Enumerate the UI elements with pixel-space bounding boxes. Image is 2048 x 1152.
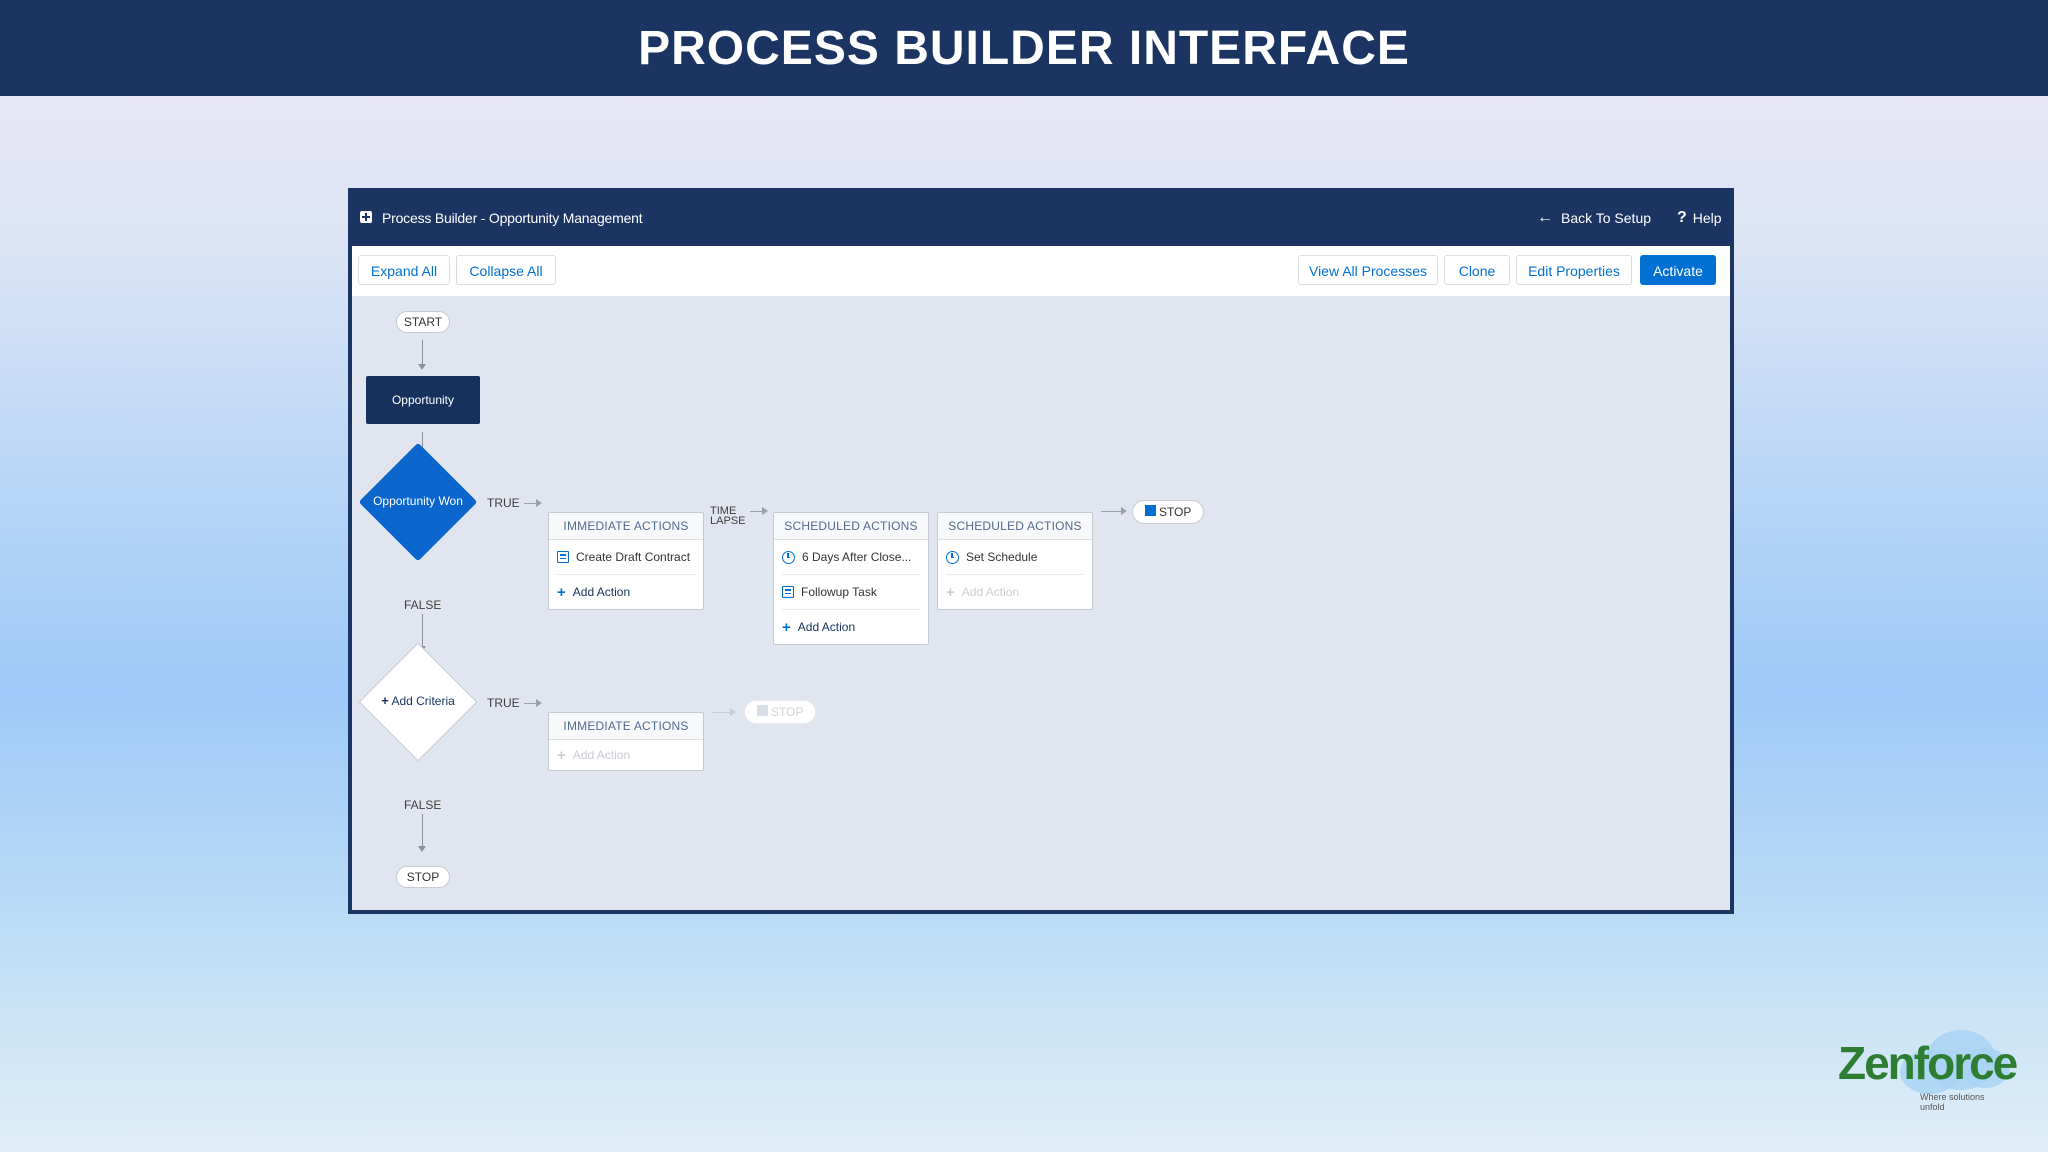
add-action-button[interactable]: + Add Action	[946, 575, 1084, 609]
clock-icon	[946, 550, 959, 564]
back-to-setup-label: Back To Setup	[1561, 210, 1652, 226]
collapse-all-button[interactable]: Collapse All	[456, 255, 556, 285]
clone-button[interactable]: Clone	[1444, 255, 1510, 285]
immediate-actions-card: IMMEDIATE ACTIONS + Add Action	[548, 712, 704, 771]
add-action-label: Add Action	[961, 585, 1020, 599]
scheduled-actions-card: SCHEDULED ACTIONS Set Schedule + Add Act…	[937, 512, 1093, 610]
connector-arrow	[1101, 507, 1127, 515]
add-action-label: Add Action	[572, 748, 631, 762]
scheduled-actions-header: SCHEDULED ACTIONS	[774, 513, 928, 540]
record-icon	[557, 551, 569, 563]
activate-button[interactable]: Activate	[1640, 255, 1716, 285]
set-schedule-item[interactable]: Set Schedule	[946, 540, 1084, 575]
true-label: TRUE	[487, 696, 520, 710]
expand-all-button[interactable]: Expand All	[358, 255, 450, 285]
view-all-processes-button[interactable]: View All Processes	[1298, 255, 1438, 285]
slide-banner: PROCESS BUILDER INTERFACE	[0, 0, 2048, 96]
connector-arrow	[524, 499, 542, 507]
true-label: TRUE	[487, 496, 520, 510]
schedule-label: 6 Days After Close...	[802, 550, 912, 564]
connector-arrow	[418, 814, 426, 852]
help-link[interactable]: ? Help	[1677, 209, 1722, 227]
connector-arrow	[418, 614, 426, 652]
add-criteria-label[interactable]: + Add Criteria	[364, 694, 472, 708]
add-action-button[interactable]: + Add Action	[782, 610, 920, 644]
process-builder-window: Process Builder - Opportunity Management…	[348, 188, 1734, 914]
schedule-item[interactable]: 6 Days After Close...	[782, 540, 920, 575]
end-stop-node: STOP	[396, 866, 450, 888]
stop-icon	[1144, 505, 1156, 516]
immediate-actions-card: IMMEDIATE ACTIONS Create Draft Contract …	[548, 512, 704, 610]
process-builder-icon	[360, 211, 372, 223]
criteria-label: Opportunity Won	[373, 494, 463, 508]
process-canvas: START Opportunity Opportunity Won TRUE F…	[352, 296, 1730, 910]
add-action-label: Add Action	[572, 585, 631, 599]
add-action-button[interactable]: + Add Action	[557, 575, 695, 609]
false-label: FALSE	[404, 598, 442, 612]
zenforce-logo: Zenforce Where solutions unfold	[1830, 1020, 2018, 1120]
action-label: Followup Task	[801, 585, 877, 599]
logo-wordmark: Zenforce	[1838, 1037, 2018, 1089]
help-label: Help	[1692, 210, 1722, 226]
connector-arrow	[524, 699, 542, 707]
stop-node: STOP	[1132, 500, 1204, 524]
add-criteria-text: Add Criteria	[391, 694, 455, 708]
stop-node: STOP	[744, 700, 816, 724]
connector-arrow	[750, 507, 768, 515]
stop-icon	[756, 705, 768, 716]
toolbar: Expand All Collapse All View All Process…	[352, 246, 1730, 296]
task-icon	[782, 586, 794, 598]
add-action-button[interactable]: + Add Action	[557, 740, 695, 770]
false-label: FALSE	[404, 798, 442, 812]
stop-label: STOP	[770, 705, 804, 719]
schedule-label: Set Schedule	[966, 550, 1038, 564]
plus-icon: +	[782, 618, 791, 636]
clock-icon	[782, 550, 795, 564]
plus-icon: +	[381, 693, 389, 708]
add-action-label: Add Action	[797, 620, 856, 634]
plus-icon: +	[557, 583, 566, 601]
slide-title: PROCESS BUILDER INTERFACE	[638, 21, 1410, 75]
stop-label: STOP	[1158, 505, 1192, 519]
plus-icon: +	[946, 583, 955, 601]
immediate-actions-header: IMMEDIATE ACTIONS	[549, 713, 703, 740]
action-item[interactable]: Followup Task	[782, 575, 920, 610]
immediate-actions-header: IMMEDIATE ACTIONS	[549, 513, 703, 540]
scheduled-actions-header: SCHEDULED ACTIONS	[938, 513, 1092, 540]
window-header: Process Builder - Opportunity Management…	[352, 192, 1730, 246]
back-to-setup-link[interactable]: ← Back To Setup	[1537, 209, 1651, 227]
connector-arrow	[418, 340, 426, 370]
window-title: Process Builder - Opportunity Management	[382, 210, 643, 226]
action-label: Create Draft Contract	[576, 550, 691, 564]
logo-tagline: Where solutions unfold	[1920, 1092, 1985, 1112]
action-item[interactable]: Create Draft Contract	[557, 540, 695, 575]
time-lapse-label: TIME LAPSE	[710, 506, 746, 527]
plus-icon: +	[557, 746, 566, 764]
arrow-left-icon: ←	[1537, 209, 1553, 226]
edit-properties-button[interactable]: Edit Properties	[1516, 255, 1632, 285]
question-icon: ?	[1677, 209, 1687, 226]
time-lapse-line2: LAPSE	[710, 515, 746, 527]
object-node[interactable]: Opportunity	[366, 376, 480, 424]
connector-arrow	[712, 708, 736, 716]
start-node: START	[396, 311, 450, 333]
scheduled-actions-card: SCHEDULED ACTIONS 6 Days After Close... …	[773, 512, 929, 645]
